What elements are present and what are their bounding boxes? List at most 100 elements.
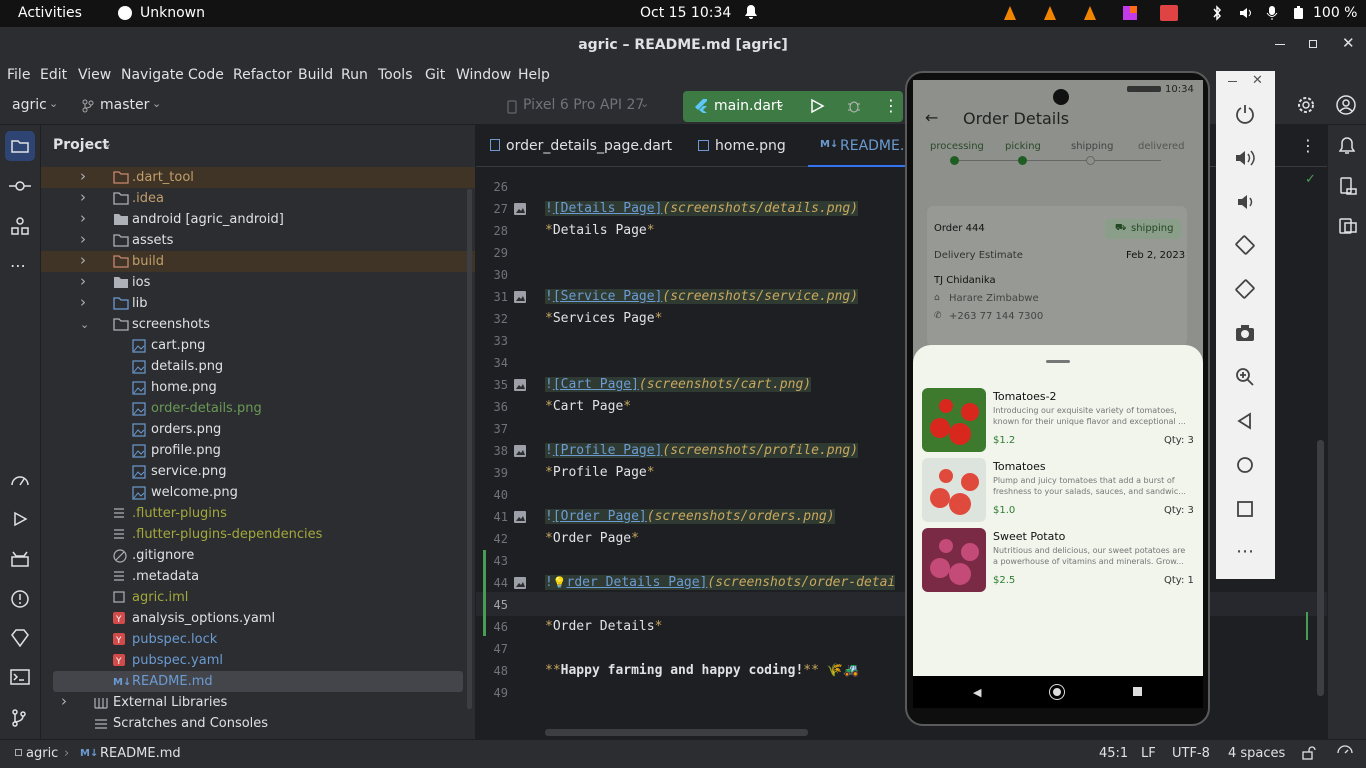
more-horizontal-icon[interactable]: ⋯ — [1236, 541, 1254, 562]
battery-percent[interactable]: 100 % — [1313, 5, 1357, 21]
tree-item[interactable]: › .dart_tool — [41, 167, 475, 188]
tree-item[interactable]: home.png — [41, 377, 475, 398]
rotate-right-icon[interactable] — [1234, 278, 1256, 300]
volume-up-icon[interactable] — [1234, 147, 1256, 169]
tree-scrollbar[interactable] — [467, 189, 472, 709]
tree-item[interactable]: .flutter-plugins-dependencies — [41, 524, 475, 545]
chevron-right-icon[interactable]: › — [80, 230, 86, 248]
menu-run[interactable]: Run — [341, 67, 368, 83]
zoom-icon[interactable] — [1234, 366, 1256, 388]
horizontal-scrollbar[interactable] — [545, 729, 808, 736]
app-quality-icon[interactable] — [10, 629, 30, 647]
home-icon[interactable] — [1234, 454, 1256, 476]
problems-icon[interactable] — [10, 589, 30, 609]
tree-item[interactable]: .metadata — [41, 566, 475, 587]
anydesk-icon[interactable] — [1160, 5, 1178, 21]
app-name[interactable]: Unknown — [140, 5, 205, 21]
chevron-right-icon[interactable]: › — [80, 251, 86, 269]
tree-item[interactable]: › assets — [41, 230, 475, 251]
menu-edit[interactable]: Edit — [40, 67, 67, 83]
tree-item[interactable]: › lib — [41, 293, 475, 314]
chevron-right-icon[interactable]: › — [80, 272, 86, 290]
microphone-icon[interactable] — [1266, 5, 1278, 21]
power-icon[interactable] — [1234, 103, 1256, 125]
run-tool-icon[interactable] — [12, 511, 28, 527]
phone-screen[interactable]: 10:34 ← Order Details processing picking… — [913, 80, 1203, 676]
code-line[interactable]: *Order Details* — [545, 619, 662, 634]
project-panel-title[interactable]: Project — [53, 137, 109, 153]
caret-position[interactable]: 45:1 — [1099, 746, 1128, 761]
code-line[interactable]: ![Service Page](screenshots/service.png) — [545, 289, 859, 304]
close-icon[interactable]: ✕ — [1342, 34, 1355, 52]
more-horizontal-icon[interactable]: ⋯ — [10, 256, 26, 275]
running-devices-icon[interactable] — [1339, 217, 1357, 235]
minimize-icon[interactable] — [1275, 44, 1285, 45]
tree-item[interactable]: M↓ README.md — [53, 671, 463, 692]
version-control-icon[interactable] — [11, 709, 27, 727]
vlc-icon[interactable] — [1002, 5, 1018, 21]
chevron-right-icon[interactable]: › — [80, 167, 86, 185]
image-preview-gutter-icon[interactable] — [514, 203, 526, 215]
tree-item[interactable]: cart.png — [41, 335, 475, 356]
menu-file[interactable]: File — [7, 67, 30, 83]
items-bottom-sheet[interactable]: Tomatoes-2 Introducing our exquisite vari… — [913, 345, 1203, 676]
emulator-close-icon[interactable]: ✕ — [1252, 73, 1263, 88]
bluetooth-icon[interactable] — [1212, 5, 1222, 21]
menu-navigate[interactable]: Navigate — [121, 67, 184, 83]
debug-icon[interactable] — [846, 98, 862, 114]
code-line[interactable]: ![Cart Page](screenshots/cart.png) — [545, 377, 812, 392]
tree-item[interactable]: profile.png — [41, 440, 475, 461]
tree-item[interactable]: orders.png — [41, 419, 475, 440]
order-item-card[interactable]: Tomatoes Plump and juicy tomatoes that ad… — [922, 458, 1194, 522]
code-line[interactable]: *Details Page* — [545, 223, 655, 238]
tree-item[interactable]: › android [agric_android] — [41, 209, 475, 230]
menu-help[interactable]: Help — [518, 67, 550, 83]
image-preview-gutter-icon[interactable] — [514, 291, 526, 303]
no-problems-check-icon[interactable]: ✓ — [1305, 172, 1316, 187]
order-item-card[interactable]: Tomatoes-2 Introducing our exquisite vari… — [922, 388, 1194, 452]
vcs-status-icon[interactable] — [1336, 745, 1354, 761]
tree-item[interactable]: agric.iml — [41, 587, 475, 608]
chevron-down-icon[interactable]: ⌄ — [80, 318, 89, 331]
menu-window[interactable]: Window — [456, 67, 511, 83]
nav-home-icon[interactable] — [1050, 685, 1064, 699]
clock[interactable]: Oct 15 10:34 — [640, 5, 731, 21]
menu-view[interactable]: View — [78, 67, 111, 83]
commit-icon[interactable] — [9, 180, 31, 192]
code-line[interactable]: *Profile Page* — [545, 465, 655, 480]
maximize-icon[interactable] — [1309, 40, 1317, 48]
image-preview-gutter-icon[interactable] — [514, 577, 526, 589]
notifications-icon[interactable] — [1339, 137, 1355, 155]
emulator-minimize-icon[interactable] — [1228, 81, 1237, 82]
code-line[interactable]: **Happy farming and happy coding!** 🌾🚜 — [545, 663, 859, 678]
run-icon[interactable] — [809, 98, 825, 114]
code-line[interactable]: ![Details Page](screenshots/details.png) — [545, 201, 859, 216]
camera-icon[interactable] — [1234, 322, 1256, 344]
logcat-icon[interactable] — [10, 550, 30, 568]
jetbrains-toolbox-icon[interactable] — [1122, 5, 1138, 21]
tree-item[interactable]: › ios — [41, 272, 475, 293]
tree-item[interactable]: .gitignore — [41, 545, 475, 566]
vlc-icon[interactable] — [1042, 5, 1058, 21]
order-item-card[interactable]: Sweet Potato Nutritious and delicious, ou… — [922, 528, 1194, 592]
profiler-icon[interactable] — [10, 471, 30, 487]
file-encoding[interactable]: UTF-8 — [1172, 746, 1210, 761]
tree-item[interactable]: order-details.png — [41, 398, 475, 419]
vlc-icon[interactable] — [1082, 5, 1098, 21]
tree-item[interactable]: › build — [41, 251, 475, 272]
tree-item[interactable]: service.png — [41, 461, 475, 482]
image-preview-gutter-icon[interactable] — [514, 445, 526, 457]
tree-item[interactable]: › .idea — [41, 188, 475, 209]
device-selector[interactable]: Pixel 6 Pro API 27 — [523, 97, 644, 113]
tab-home-png[interactable]: home.png — [698, 138, 786, 154]
more-vertical-icon[interactable]: ⋮ — [1300, 136, 1316, 155]
structure-icon[interactable] — [11, 217, 29, 235]
nav-back-icon[interactable]: ◀ — [973, 686, 981, 699]
tree-item[interactable]: ⌄ screenshots — [41, 314, 475, 335]
menu-build[interactable]: Build — [298, 67, 333, 83]
back-icon[interactable] — [1234, 410, 1256, 432]
menu-git[interactable]: Git — [425, 67, 445, 83]
menu-tools[interactable]: Tools — [378, 67, 413, 83]
nav-recents-icon[interactable] — [1133, 687, 1142, 696]
code-line[interactable]: *Services Page* — [545, 311, 662, 326]
